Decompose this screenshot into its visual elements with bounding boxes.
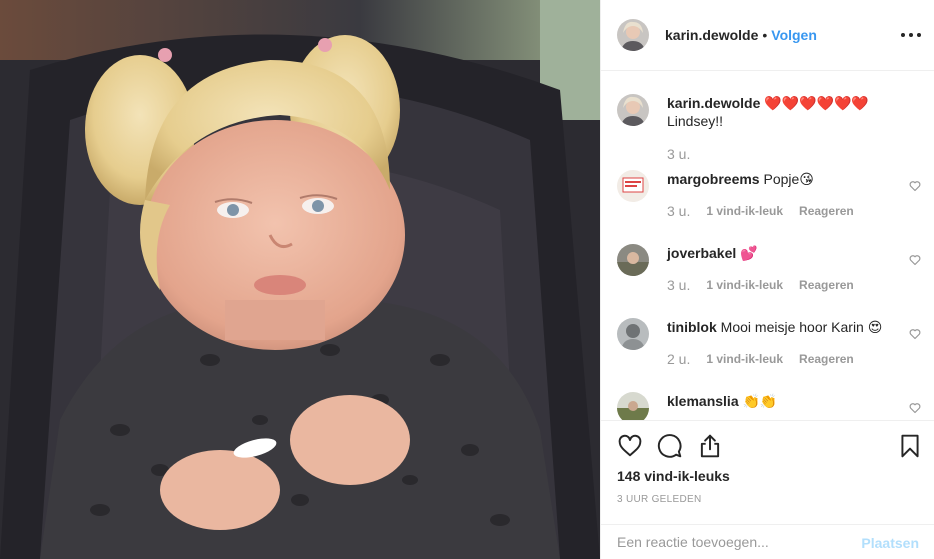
comment-item: klemanslia 👏👏	[617, 392, 927, 420]
caption-time[interactable]: 3 u.	[667, 146, 690, 162]
comment-meta: 3 u. 1 vind-ik-leuk Reageren	[667, 203, 854, 219]
more-dot	[917, 33, 921, 37]
post-actions: 148 vind-ik-leuks 3 UUR GELEDEN	[601, 420, 934, 540]
caption-meta: 3 u.	[667, 146, 706, 162]
caption-body: karin.dewolde ❤️❤️❤️❤️❤️❤️Lindsey!!	[667, 94, 877, 130]
comment-like-heart-icon[interactable]	[909, 328, 921, 340]
comments-list[interactable]: karin.dewolde ❤️❤️❤️❤️❤️❤️Lindsey!! 3 u.	[601, 72, 934, 420]
comment-meta: 2 u. 1 vind-ik-leuk Reageren	[667, 351, 854, 367]
comment-avatar-image	[617, 392, 649, 420]
comment-body: klemanslia 👏👏	[667, 392, 899, 410]
comment-username[interactable]: tiniblok	[667, 319, 717, 335]
comment-meta: 3 u. 1 vind-ik-leuk Reageren	[667, 277, 854, 293]
caption-avatar[interactable]	[617, 94, 649, 126]
comment-text: Popje😘	[763, 171, 814, 187]
comment-avatar-image	[617, 318, 649, 350]
post-timestamp[interactable]: 3 UUR GELEDEN	[617, 494, 701, 505]
comment-like-heart-icon[interactable]	[909, 254, 921, 266]
comment-time[interactable]: 2 u.	[667, 351, 690, 367]
comment-like-heart-icon[interactable]	[909, 180, 921, 192]
comment-username[interactable]: klemanslia	[667, 393, 739, 409]
comment-time[interactable]: 3 u.	[667, 277, 690, 293]
author-avatar-image	[617, 19, 649, 51]
more-dot	[909, 33, 913, 37]
author-avatar[interactable]	[617, 19, 649, 51]
follow-button[interactable]: Volgen	[771, 27, 817, 43]
comment-likes-count[interactable]: 1 vind-ik-leuk	[706, 278, 783, 292]
caption-avatar-image	[617, 94, 649, 126]
comment-text: 💕	[740, 245, 758, 261]
comment-icon[interactable]	[657, 433, 683, 459]
post-photo[interactable]	[0, 0, 600, 559]
comment-username[interactable]: margobreems	[667, 171, 760, 187]
caption: karin.dewolde ❤️❤️❤️❤️❤️❤️Lindsey!! 3 u.	[617, 94, 927, 162]
author-username[interactable]: karin.dewolde	[665, 27, 758, 43]
instagram-post: karin.dewolde • Volgen karin.dewolde ❤️❤…	[0, 0, 934, 559]
comment-like-heart-icon[interactable]	[909, 402, 921, 414]
comment-avatar[interactable]	[617, 244, 649, 276]
comment-body: tiniblok Mooi meisje hoor Karin 😍	[667, 318, 899, 336]
share-icon[interactable]	[697, 433, 723, 459]
comment-text: 👏👏	[742, 393, 778, 409]
reply-button[interactable]: Reageren	[799, 204, 854, 218]
reply-button[interactable]: Reageren	[799, 352, 854, 366]
reply-button[interactable]: Reageren	[799, 278, 854, 292]
more-dot	[901, 33, 905, 37]
action-icons	[617, 433, 919, 461]
comment-item: tiniblok Mooi meisje hoor Karin 😍 2 u. 1…	[617, 318, 927, 378]
comment-time[interactable]: 3 u.	[667, 203, 690, 219]
likes-count[interactable]: 148 vind-ik-leuks	[617, 468, 730, 484]
post-photo-image	[0, 0, 600, 559]
header-separator: •	[762, 27, 768, 43]
more-options-icon[interactable]	[901, 26, 921, 44]
caption-username[interactable]: karin.dewolde	[667, 95, 760, 111]
comment-avatar-image	[617, 170, 649, 202]
add-comment-bar: Plaatsen	[601, 524, 934, 559]
comment-item: margobreems Popje😘 3 u. 1 vind-ik-leuk R…	[617, 170, 927, 230]
comment-input[interactable]	[617, 534, 847, 550]
comment-avatar[interactable]	[617, 318, 649, 350]
comment-likes-count[interactable]: 1 vind-ik-leuk	[706, 352, 783, 366]
comment-username[interactable]: joverbakel	[667, 245, 736, 261]
post-header: karin.dewolde • Volgen	[601, 0, 934, 71]
comment-item: joverbakel 💕 3 u. 1 vind-ik-leuk Reagere…	[617, 244, 927, 304]
comment-avatar-image	[617, 244, 649, 276]
comment-avatar[interactable]	[617, 392, 649, 420]
comment-avatar[interactable]	[617, 170, 649, 202]
bookmark-icon[interactable]	[897, 433, 923, 459]
comment-text: Mooi meisje hoor Karin 😍	[720, 319, 883, 335]
comment-body: joverbakel 💕	[667, 244, 899, 262]
post-side-panel: karin.dewolde • Volgen karin.dewolde ❤️❤…	[600, 0, 934, 559]
like-heart-icon[interactable]	[617, 433, 643, 459]
post-comment-button[interactable]: Plaatsen	[861, 535, 919, 551]
comment-likes-count[interactable]: 1 vind-ik-leuk	[706, 204, 783, 218]
comment-body: margobreems Popje😘	[667, 170, 899, 188]
